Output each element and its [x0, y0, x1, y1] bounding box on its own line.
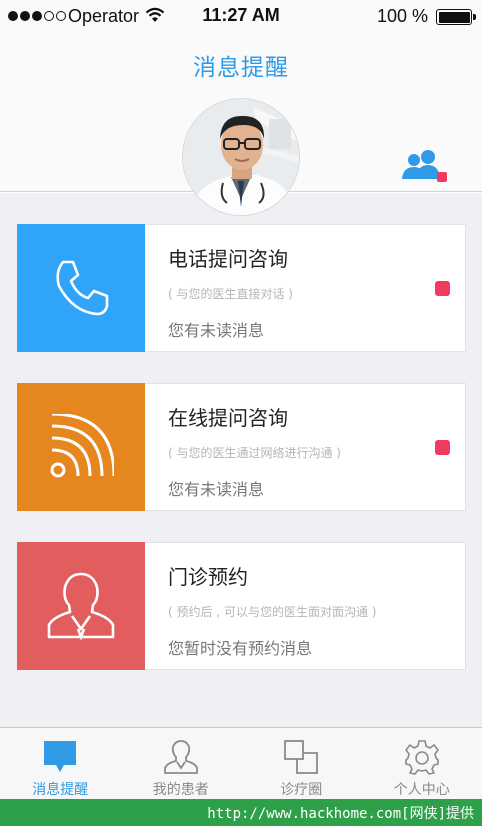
tab-label: 个人中心 — [393, 782, 450, 798]
doctor-icon — [47, 572, 115, 641]
tab-label: 消息提醒 — [32, 782, 89, 798]
chat-bubble-icon — [44, 740, 77, 772]
card-title: 在线提问咨询 — [168, 406, 288, 430]
patient-icon — [163, 739, 198, 774]
card-status: 您有未读消息 — [168, 321, 265, 340]
doctor-avatar[interactable] — [182, 98, 300, 216]
squares-icon — [284, 739, 319, 774]
card-status: 您暂时没有预约消息 — [168, 639, 313, 658]
phone-consult-card[interactable]: 电话提问咨询 ( 与您的医生直接对话 ) 您有未读消息 — [17, 224, 466, 352]
doctor-photo — [183, 99, 299, 215]
page-title: 消息提醒 — [193, 55, 289, 81]
rss-icon — [50, 414, 114, 478]
card-status: 您有未读消息 — [168, 480, 265, 499]
card-subtitle: ( 预约后 , 可以与您的医生面对面沟通 ) — [168, 605, 377, 619]
status-bar: Operator 11:27 AM 100 % — [0, 0, 482, 34]
tab-messages[interactable]: 消息提醒 — [0, 728, 121, 799]
appointment-card[interactable]: 门诊预约 ( 预约后 , 可以与您的医生面对面沟通 ) 您暂时没有预约消息 — [17, 542, 466, 670]
card-title: 门诊预约 — [168, 565, 248, 589]
card-title: 电话提问咨询 — [168, 247, 288, 271]
contacts-icon — [402, 150, 447, 182]
tab-patients[interactable]: 我的患者 — [121, 728, 242, 799]
tab-bar: 消息提醒 我的患者 诊疗圈 个人中心 — [0, 727, 482, 799]
gear-icon — [404, 739, 439, 775]
card-subtitle: ( 与您的医生直接对话 ) — [168, 287, 293, 301]
phone-icon — [56, 260, 109, 316]
tab-circle[interactable]: 诊疗圈 — [241, 728, 362, 799]
card-subtitle: ( 与您的医生通过网络进行沟通 ) — [168, 446, 341, 460]
watermark-text: http://www.hackhome.com[网侠]提供 — [207, 806, 474, 822]
watermark-bar: http://www.hackhome.com[网侠]提供 — [0, 799, 482, 826]
battery-icon — [436, 9, 476, 25]
message-list: 电话提问咨询 ( 与您的医生直接对话 ) 您有未读消息 在线提问咨询 ( 与您的… — [0, 193, 482, 727]
online-tile — [17, 383, 145, 511]
phone-tile — [17, 224, 145, 352]
contacts-button[interactable] — [400, 149, 450, 185]
tab-profile[interactable]: 个人中心 — [362, 728, 482, 799]
appointment-tile — [17, 542, 145, 670]
tab-label: 诊疗圈 — [280, 782, 323, 798]
online-consult-card[interactable]: 在线提问咨询 ( 与您的医生通过网络进行沟通 ) 您有未读消息 — [17, 383, 466, 511]
tab-label: 我的患者 — [152, 782, 209, 798]
header: 消息提醒 — [0, 34, 482, 216]
unread-badge — [435, 281, 450, 296]
unread-badge — [435, 440, 450, 455]
battery-percent: 100 % — [376, 6, 428, 26]
